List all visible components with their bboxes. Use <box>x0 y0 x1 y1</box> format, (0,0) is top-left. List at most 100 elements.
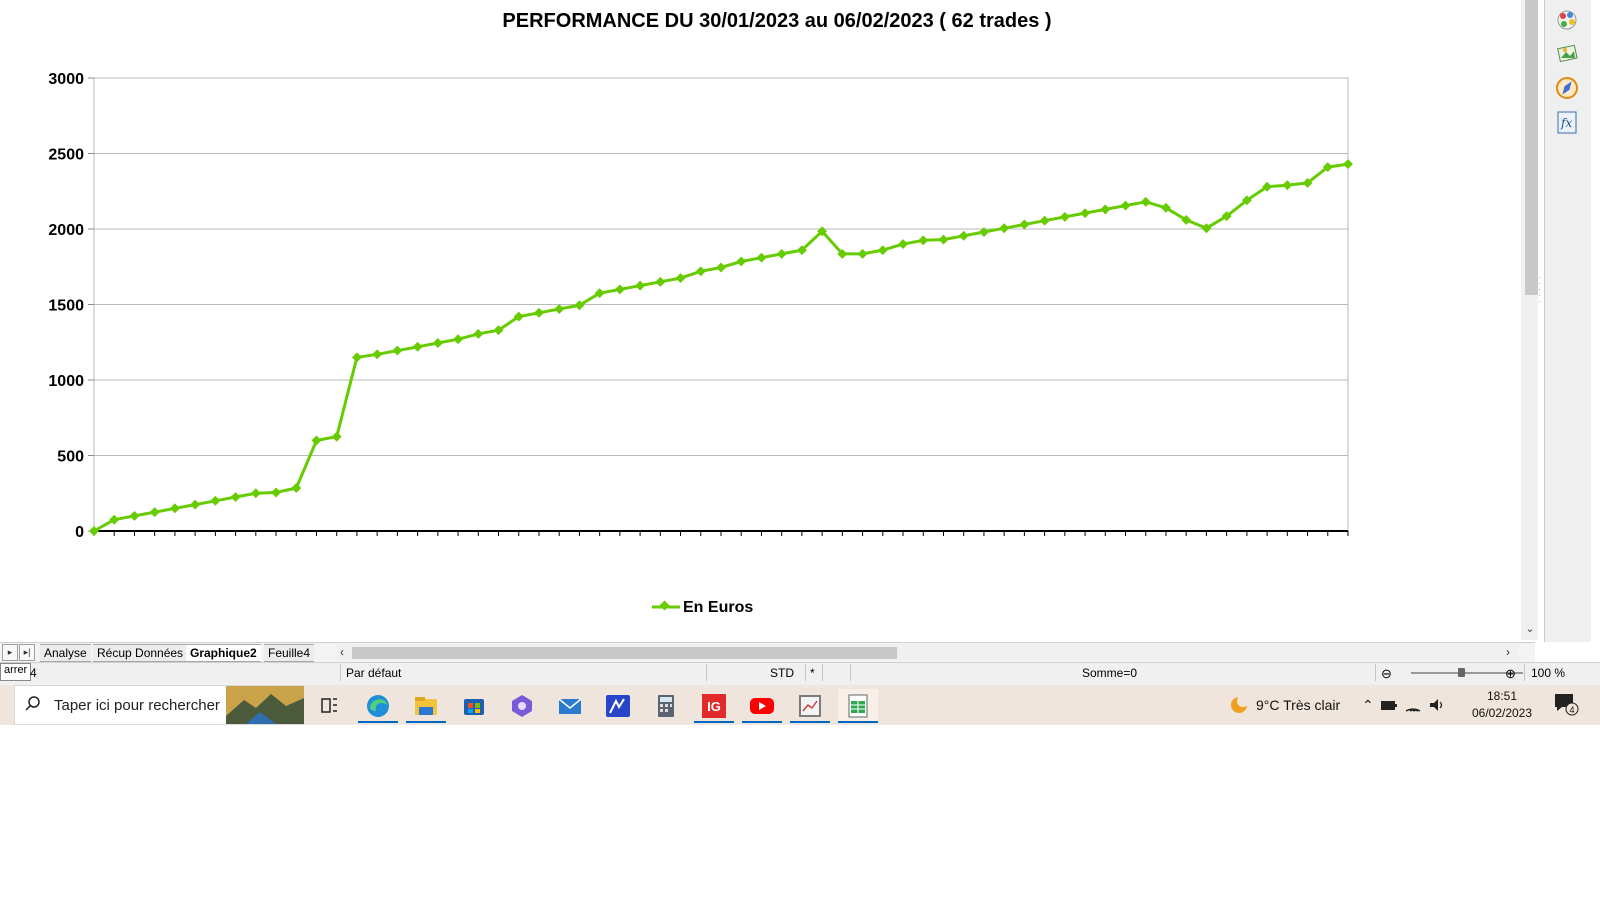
data-point <box>453 334 464 345</box>
data-point <box>149 507 160 518</box>
clock-time: 18:51 <box>1486 689 1518 703</box>
y-tick-label: 500 <box>57 449 84 466</box>
data-point <box>1080 208 1091 219</box>
tab-graphique2[interactable]: Graphique2 <box>186 644 261 662</box>
tab-analyse[interactable]: Analyse <box>40 644 91 662</box>
data-point <box>756 252 767 263</box>
chart-gridlines <box>93 77 1349 532</box>
task-view-icon[interactable] <box>309 689 349 723</box>
status-divider <box>850 664 851 681</box>
next-sheet-icon[interactable]: ▸ <box>2 644 18 661</box>
data-point <box>1282 180 1293 191</box>
edge-icon[interactable] <box>358 689 398 723</box>
data-point <box>675 273 686 284</box>
weather-icon[interactable] <box>1226 691 1252 717</box>
data-point <box>129 510 140 521</box>
document-modified[interactable]: * <box>810 666 815 680</box>
active-indicator <box>694 721 734 723</box>
y-tick-label: 0 <box>75 524 84 541</box>
scroll-down-arrow-icon[interactable]: ⌄ <box>1522 622 1538 636</box>
navigator-icon[interactable] <box>1553 74 1581 102</box>
tab-feuille4[interactable]: Feuille4 <box>264 644 315 662</box>
data-point <box>392 345 403 356</box>
ig-icon[interactable]: IG <box>694 689 734 723</box>
horizontal-scroll-thumb[interactable] <box>352 647 897 659</box>
notifications-icon[interactable]: 4 <box>1552 691 1580 717</box>
active-indicator <box>742 721 782 723</box>
file-explorer-icon[interactable] <box>406 689 446 723</box>
ig-label: IG <box>707 699 721 714</box>
wifi-icon[interactable] <box>1404 697 1422 713</box>
y-tick-label: 1000 <box>48 373 84 390</box>
chart-title: PERFORMANCE DU 30/01/2023 au 06/02/2023 … <box>502 10 1051 32</box>
trading-app-icon[interactable] <box>598 689 638 723</box>
data-point <box>999 223 1010 234</box>
calc-spreadsheet-icon[interactable] <box>838 689 878 723</box>
y-tick-labels: 0 500 1000 1500 2000 2500 3000 <box>48 71 84 541</box>
data-point <box>1140 196 1151 207</box>
active-indicator <box>790 721 830 723</box>
data-point <box>271 487 281 498</box>
sheet-index: 4 <box>30 666 37 680</box>
page-style[interactable]: Par défaut <box>346 666 401 680</box>
data-point <box>291 483 302 493</box>
y-tick-label: 2000 <box>48 222 84 239</box>
sum-display[interactable]: Somme=0 <box>1082 666 1137 680</box>
store-icon[interactable] <box>454 689 494 723</box>
data-point <box>554 304 565 314</box>
chart-series <box>89 159 1353 536</box>
zoom-slider-handle[interactable] <box>1458 668 1465 677</box>
y-tick-label: 2500 <box>48 147 84 164</box>
weather-text[interactable]: 9°C Très clair <box>1256 697 1340 713</box>
search-placeholder[interactable]: Taper ici pour rechercher <box>54 697 220 714</box>
data-point <box>331 431 342 442</box>
scroll-right-arrow-icon[interactable]: › <box>1506 645 1510 659</box>
data-point <box>473 328 484 339</box>
data-point <box>1019 219 1030 230</box>
styles-icon[interactable] <box>1553 6 1581 34</box>
data-point <box>877 245 888 256</box>
data-point <box>776 248 787 259</box>
data-point <box>614 284 625 295</box>
function-wizard-icon[interactable]: fx <box>1553 108 1581 136</box>
data-point <box>412 341 423 352</box>
status-divider <box>340 664 341 681</box>
scroll-left-arrow-icon[interactable]: ‹ <box>340 645 344 659</box>
youtube-icon[interactable] <box>742 689 782 723</box>
zoom-out-icon[interactable]: ⊖ <box>1381 666 1392 682</box>
tab-recup-donnees[interactable]: Récup Données <box>93 644 188 662</box>
series-line <box>93 162 1349 533</box>
chart-sheet[interactable]: PERFORMANCE DU 30/01/2023 au 06/02/2023 … <box>0 0 1534 642</box>
data-point <box>716 262 726 273</box>
last-sheet-icon[interactable]: ▸| <box>19 644 35 661</box>
data-point <box>1120 200 1131 211</box>
data-point <box>169 503 180 514</box>
legend-marker <box>659 600 670 611</box>
clock[interactable]: 18:51 06/02/2023 <box>1468 688 1536 722</box>
status-divider <box>1375 664 1376 681</box>
zoom-in-icon[interactable]: ⊕ <box>1505 666 1516 682</box>
gallery-icon[interactable] <box>1553 40 1581 68</box>
show-hidden-icons-icon[interactable]: ⌃ <box>1362 697 1374 714</box>
vertical-scroll-thumb[interactable] <box>1525 0 1538 295</box>
mail-icon[interactable] <box>550 689 590 723</box>
zoom-level[interactable]: 100 % <box>1531 666 1565 680</box>
calculator-icon[interactable] <box>646 689 686 723</box>
data-point <box>190 499 201 510</box>
active-indicator <box>838 721 878 723</box>
clock-date: 06/02/2023 <box>1471 706 1533 720</box>
line-chart[interactable]: PERFORMANCE DU 30/01/2023 au 06/02/2023 … <box>0 0 1515 640</box>
volume-icon[interactable] <box>1428 697 1446 713</box>
resize-grip[interactable]: · · · · · <box>1538 274 1541 306</box>
legend-label: En Euros <box>683 599 753 616</box>
search-highlight-image[interactable] <box>226 686 304 724</box>
y-tick-label: 3000 <box>48 71 84 88</box>
battery-icon[interactable] <box>1380 698 1398 712</box>
chart-app-icon[interactable] <box>790 689 830 723</box>
data-point <box>898 239 908 250</box>
search-icon <box>25 696 40 711</box>
selection-mode[interactable]: STD <box>770 666 794 680</box>
data-point <box>635 280 646 291</box>
data-point <box>432 338 443 348</box>
copilot-icon[interactable] <box>502 689 542 723</box>
